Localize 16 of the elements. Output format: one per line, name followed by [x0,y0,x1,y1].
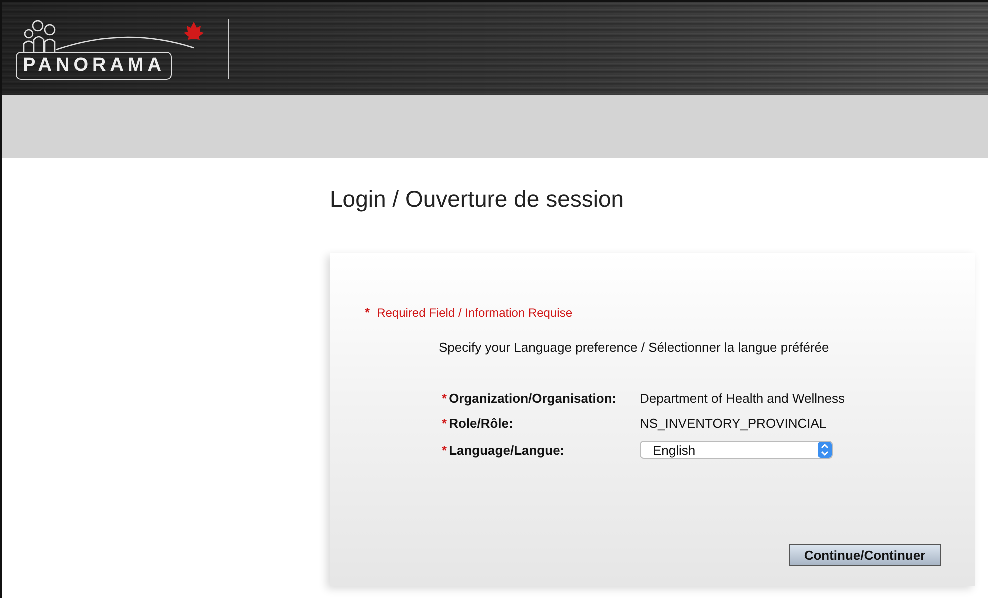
field-label: Language/Langue: [449,442,565,458]
continue-button[interactable]: Continue/Continuer [789,544,941,566]
logo-text: PANORAMA [16,52,172,80]
required-asterisk: * [442,442,448,458]
field-label: Role/Rôle: [449,416,514,431]
field-label: Organization/Organisation: [449,391,617,406]
required-note: Required Field / Information Requise [377,306,572,320]
required-asterisk: * [442,391,448,406]
page-title: Login / Ouverture de session [330,186,626,213]
field-value: NS_INVENTORY_PROVINCIAL [640,416,828,431]
required-asterisk: * [442,416,448,431]
field-value: Department of Health and Wellness [640,391,846,406]
stepper-icon [818,442,832,458]
instruction-text: Specify your Language preference / Sélectionner la langue préférée [439,340,830,355]
required-asterisk: * [365,305,370,320]
language-select[interactable]: English [640,441,833,459]
